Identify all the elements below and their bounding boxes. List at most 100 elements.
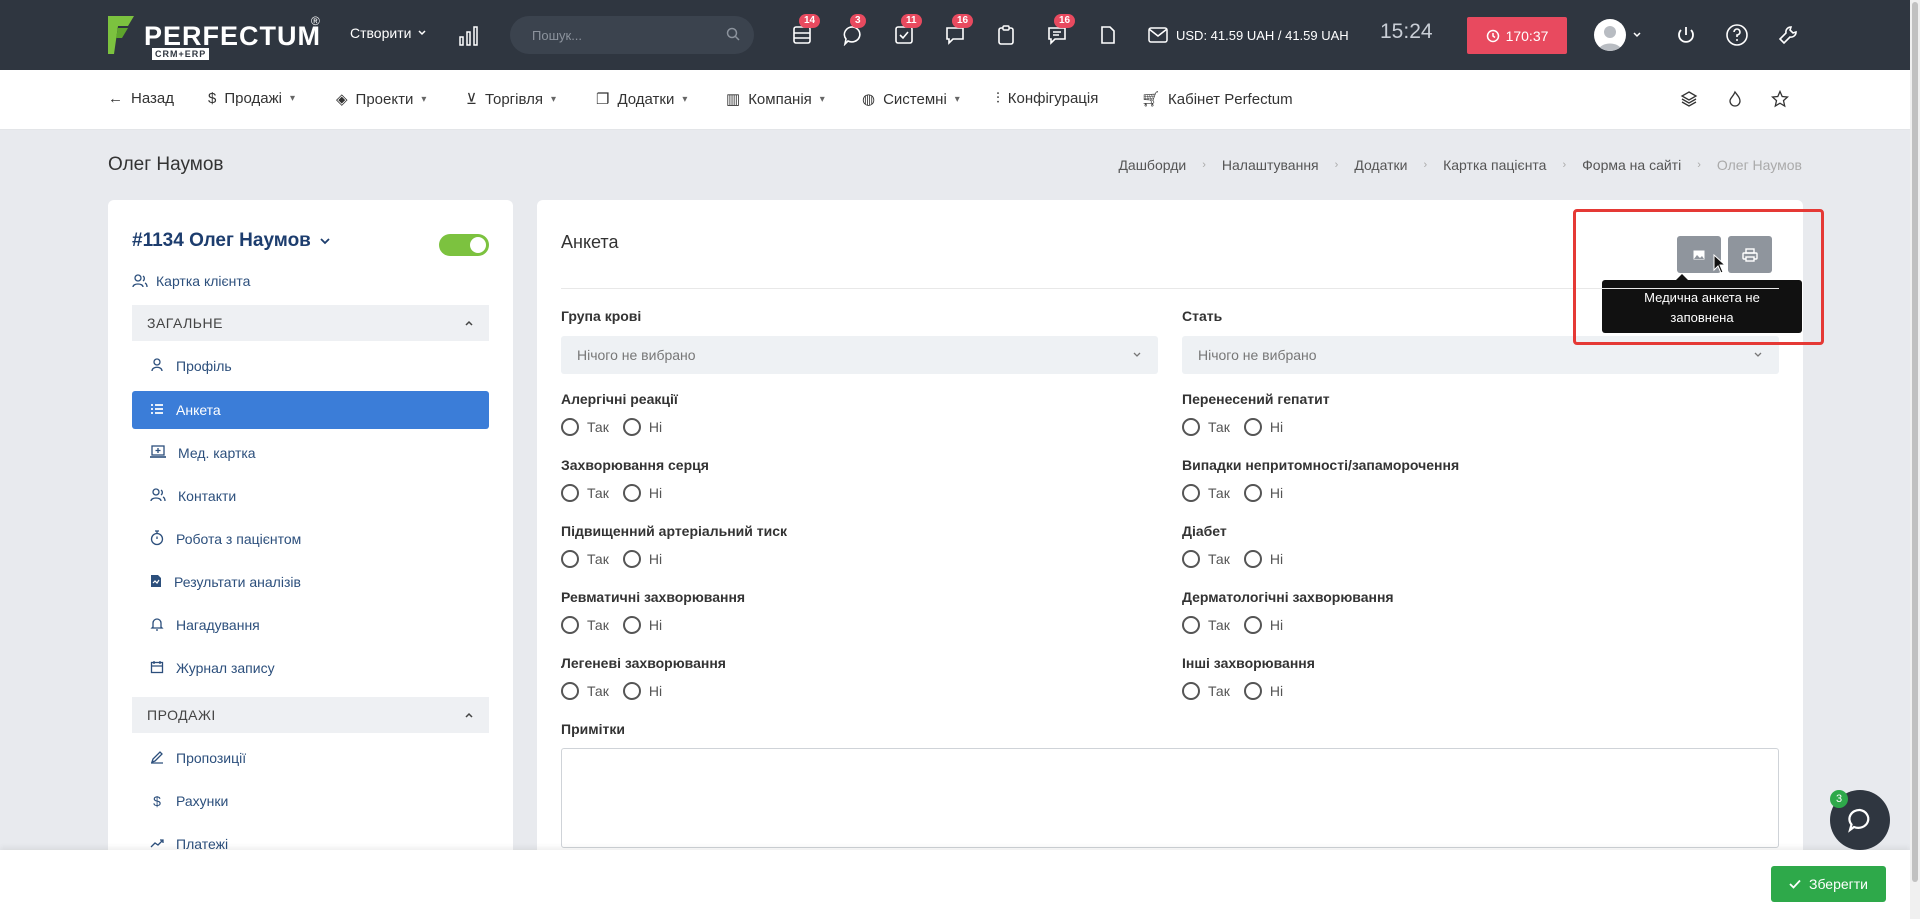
- save-label: Зберегти: [1808, 876, 1868, 892]
- radio-yes[interactable]: [561, 550, 579, 568]
- radio-no[interactable]: [1243, 418, 1262, 436]
- breadcrumb-item[interactable]: Додатки: [1354, 157, 1407, 173]
- sidebar-item-profile[interactable]: Профіль: [132, 347, 489, 385]
- radio-no-label: Ні: [648, 485, 663, 501]
- nav-config-label: Конфігурація: [1007, 90, 1099, 107]
- user-icon: [150, 357, 164, 375]
- question-label: Перенесений гепатит: [1182, 391, 1330, 407]
- chat-bubble-icon[interactable]: 3: [840, 14, 866, 48]
- document-icon[interactable]: [1095, 22, 1121, 48]
- sidebar-item-med-card[interactable]: Мед. картка: [132, 434, 489, 472]
- radio-yes-label: Так: [587, 683, 609, 699]
- radio-no[interactable]: [1243, 484, 1262, 502]
- timer-button[interactable]: 170:37: [1467, 17, 1567, 54]
- tasks-icon[interactable]: 14: [789, 14, 821, 48]
- radio-no[interactable]: [1243, 682, 1262, 700]
- nav-addons[interactable]: ❐ Додатки ▾: [596, 90, 687, 109]
- page-scrollbar[interactable]: [1910, 0, 1920, 919]
- blood-group-select[interactable]: Нічого не вибрано: [561, 336, 1158, 374]
- radio-no[interactable]: [622, 616, 641, 634]
- notes-textarea[interactable]: [561, 748, 1779, 848]
- chevron-down-icon[interactable]: [1630, 22, 1644, 48]
- search-input[interactable]: [530, 26, 710, 44]
- radio-no[interactable]: [622, 418, 641, 436]
- messages-icon[interactable]: 16: [1044, 14, 1076, 48]
- scrollbar-thumb[interactable]: [1912, 2, 1918, 882]
- power-icon[interactable]: [1673, 22, 1699, 48]
- sidebar-item-contacts[interactable]: Контакти: [132, 477, 489, 515]
- search-icon[interactable]: [726, 27, 740, 41]
- sidebar-item-lab-results[interactable]: Результати аналізів: [132, 563, 489, 601]
- clock: 15:24: [1380, 20, 1433, 43]
- radio-yes[interactable]: [1182, 418, 1200, 436]
- breadcrumb-item[interactable]: Картка пацієнта: [1443, 157, 1546, 173]
- fire-icon[interactable]: [1726, 90, 1744, 113]
- create-dropdown[interactable]: Створити: [350, 25, 427, 41]
- client-title-dropdown[interactable]: #1134 Олег Наумов: [132, 230, 331, 252]
- timer-value: 170:37: [1505, 27, 1549, 44]
- nav-system-label: Системні: [883, 90, 947, 108]
- client-card-link[interactable]: Картка клієнта: [132, 273, 250, 289]
- sidebar-item-label: Рахунки: [176, 793, 229, 809]
- nav-system[interactable]: ◍ Системні ▾: [862, 90, 960, 109]
- radio-group: Так Ні: [561, 550, 676, 568]
- sidebar-item-label: Журнал запису: [176, 660, 275, 676]
- section-general[interactable]: ЗАГАЛЬНЕ: [132, 305, 489, 341]
- chevron-right-icon: ›: [1423, 159, 1428, 171]
- radio-no[interactable]: [622, 484, 641, 502]
- radio-yes[interactable]: [561, 418, 579, 436]
- radio-yes[interactable]: [561, 616, 579, 634]
- nav-back[interactable]: ← Назад: [108, 90, 174, 107]
- layers-icon[interactable]: [1680, 90, 1698, 113]
- breadcrumb-item[interactable]: Дашборди: [1118, 157, 1186, 173]
- sidebar-item-reminders[interactable]: Нагадування: [132, 606, 489, 644]
- star-icon[interactable]: [1770, 89, 1790, 113]
- chevron-down-icon: ▾: [954, 93, 960, 105]
- sidebar-item-questionnaire[interactable]: Анкета: [132, 391, 489, 429]
- clipboard-icon[interactable]: [993, 22, 1019, 48]
- radio-yes[interactable]: [1182, 550, 1200, 568]
- sidebar-item-proposals[interactable]: Пропозиції: [132, 739, 489, 777]
- currency-rate[interactable]: USD: 41.59 UAH / 41.59 UAH: [1148, 22, 1349, 48]
- chevron-down-icon: [1754, 352, 1762, 357]
- active-toggle[interactable]: [439, 234, 489, 256]
- checklist-icon[interactable]: 11: [891, 14, 922, 48]
- comments-icon[interactable]: 16: [942, 14, 974, 48]
- radio-yes-label: Так: [1208, 485, 1230, 501]
- sidebar-item-appointment-log[interactable]: Журнал запису: [132, 649, 489, 687]
- radio-no[interactable]: [1243, 616, 1262, 634]
- mail-icon: [1148, 27, 1168, 43]
- wrench-icon[interactable]: [1775, 22, 1801, 48]
- logo[interactable]: PERFECTUM CRM+ERP ®: [106, 14, 321, 60]
- nav-trade[interactable]: ⊻ Торгівля ▾: [466, 90, 556, 109]
- nav-projects[interactable]: ◈ Проекти ▾: [336, 90, 426, 109]
- radio-no[interactable]: [622, 682, 641, 700]
- nav-sales[interactable]: $ Продажі ▾: [208, 90, 295, 107]
- radio-no[interactable]: [1243, 550, 1262, 568]
- logo-text: PERFECTUM: [144, 21, 321, 51]
- radio-yes[interactable]: [561, 484, 579, 502]
- radio-yes[interactable]: [1182, 682, 1200, 700]
- nav-cabinet[interactable]: 🛒︎ Кабінет Perfectum: [1141, 90, 1293, 109]
- help-icon[interactable]: [1724, 22, 1750, 48]
- section-sales[interactable]: ПРОДАЖІ: [132, 697, 489, 733]
- nav-company[interactable]: ▥ Компанія ▾: [726, 90, 825, 109]
- radio-no-label: Ні: [648, 617, 663, 633]
- chevron-down-icon: ▾: [550, 93, 556, 105]
- chevron-up-icon: [465, 320, 473, 326]
- chat-widget-button[interactable]: 3: [1830, 790, 1890, 850]
- radio-yes[interactable]: [1182, 484, 1200, 502]
- search-box[interactable]: [510, 16, 754, 54]
- nav-config[interactable]: ⫶ Конфігурація: [996, 90, 1098, 107]
- radio-yes[interactable]: [1182, 616, 1200, 634]
- breadcrumb-item[interactable]: Налаштування: [1222, 157, 1319, 173]
- radio-yes[interactable]: [561, 682, 579, 700]
- sidebar-item-patient-work[interactable]: Робота з пацієнтом: [132, 520, 489, 558]
- save-button[interactable]: Зберегти: [1771, 866, 1886, 902]
- form-title: Анкета: [561, 232, 619, 252]
- breadcrumb-item[interactable]: Форма на сайті: [1582, 157, 1681, 173]
- sidebar-item-invoices[interactable]: $ Рахунки: [132, 782, 489, 820]
- avatar[interactable]: [1594, 19, 1626, 51]
- bar-chart-icon[interactable]: [458, 26, 482, 46]
- radio-no[interactable]: [622, 550, 641, 568]
